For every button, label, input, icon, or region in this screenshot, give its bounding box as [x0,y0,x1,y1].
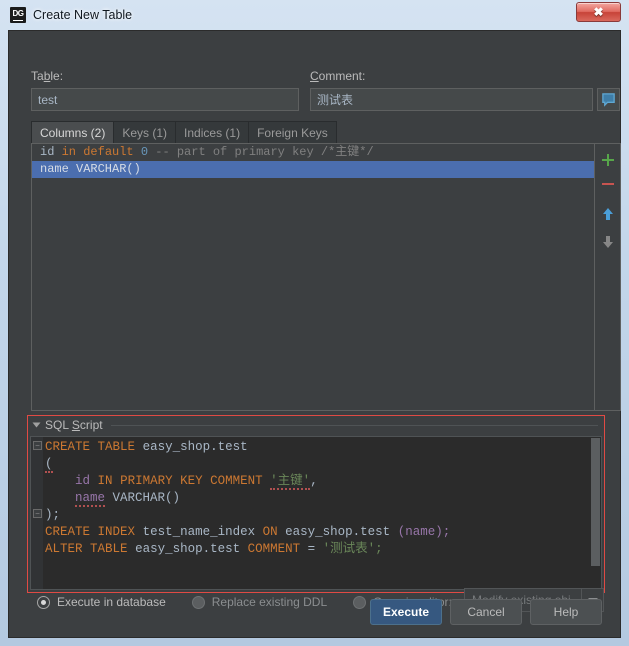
minus-icon[interactable] [597,172,619,196]
sql-script-editor[interactable]: − − CREATE TABLE easy_shop.test ( id IN … [30,436,602,590]
list-item[interactable]: id in default 0 -- part of primary key /… [32,144,594,161]
fold-end-icon[interactable]: − [33,509,42,518]
create-new-table-dialog: Table: Comment: Columns (2) Keys (1) Ind… [8,30,621,638]
chevron-down-icon[interactable] [32,422,41,428]
radio-dot-icon [353,595,367,609]
comment-input[interactable] [310,88,593,111]
execute-button[interactable]: Execute [369,599,442,625]
sql-script-panel: SQL Script − − CREATE TABLE easy_shop.te… [27,415,605,593]
columns-list[interactable]: id in default 0 -- part of primary key /… [31,143,595,411]
speech-bubble-icon[interactable] [597,88,620,111]
sql-script-title: SQL Script [45,418,103,432]
table-name-input[interactable] [31,88,299,111]
header-divider [110,424,598,426]
tab-foreign-keys[interactable]: Foreign Keys [248,121,337,143]
plus-icon[interactable] [597,148,619,172]
fold-start-icon[interactable]: − [33,441,42,450]
columns-toolbar [595,143,621,411]
radio-dot-icon [191,595,205,609]
radio-dot-icon [37,595,50,609]
help-button[interactable]: Help [530,599,602,625]
close-icon[interactable]: ✖ [576,2,621,22]
arrow-up-icon[interactable] [597,202,619,226]
sql-editor-scrollbar[interactable] [591,438,600,566]
list-item[interactable]: name VARCHAR() [32,161,594,178]
tab-indices[interactable]: Indices (1) [175,121,250,143]
title-bar: DG Create New Table ✖ [8,0,621,30]
radio-execute-in-database[interactable]: Execute in database [37,595,166,609]
radio-label: Replace existing DDL [211,595,328,609]
comment-label: Comment: [310,69,366,83]
dialog-buttons: Execute Cancel Help [369,599,602,625]
table-editor-tabs: Columns (2) Keys (1) Indices (1) Foreign… [31,121,337,143]
table-label: Table: [31,69,64,83]
tab-columns[interactable]: Columns (2) [31,121,115,143]
datagrip-dg-icon: DG [10,7,26,23]
arrow-down-icon[interactable] [597,230,619,254]
cancel-button[interactable]: Cancel [450,599,522,625]
tab-keys[interactable]: Keys (1) [113,121,177,143]
window-title: Create New Table [33,8,133,22]
radio-replace-existing-ddl[interactable]: Replace existing DDL [191,595,328,609]
sql-code: CREATE TABLE easy_shop.test ( id IN PRIM… [45,440,451,556]
sql-script-header[interactable]: SQL Script [28,416,604,434]
aero-window-frame: DG Create New Table ✖ Table: Comment: Co… [0,0,629,646]
radio-label: Execute in database [57,595,166,609]
